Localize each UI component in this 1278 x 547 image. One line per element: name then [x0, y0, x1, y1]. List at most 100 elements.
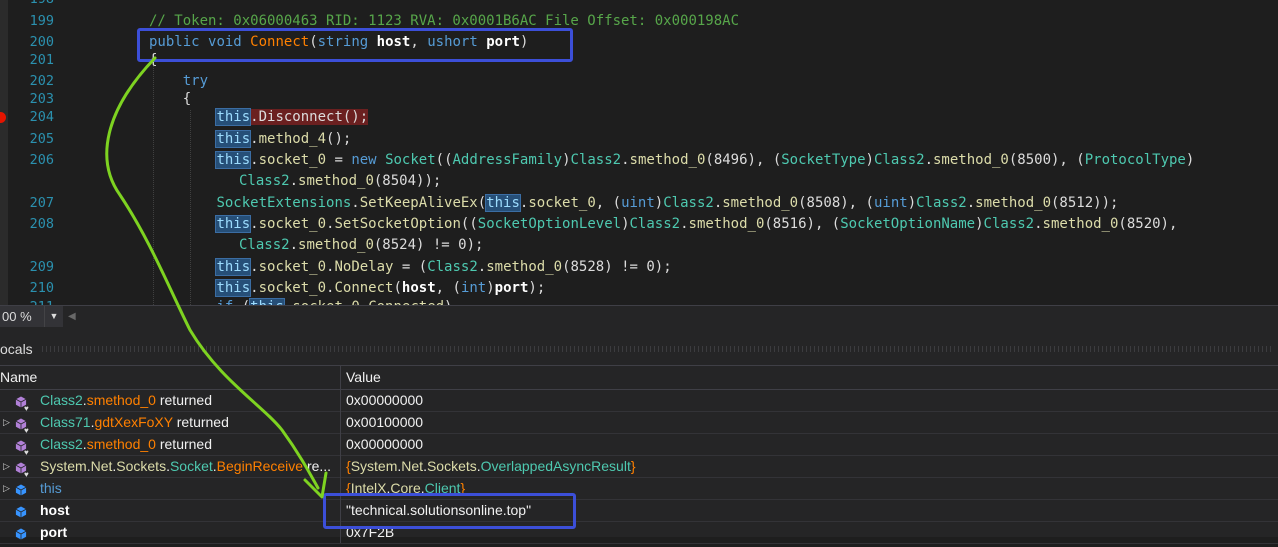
local-value[interactable]: 0x00000000	[346, 389, 423, 411]
code-text: this.Disconnect();	[149, 107, 369, 128]
code-token: Class2	[427, 259, 478, 275]
code-token: Class2	[239, 237, 290, 253]
locals-row[interactable]: ♥ Class2.smethod_0 returned 0x00000000	[0, 389, 1278, 413]
code-token: )	[865, 152, 874, 168]
code-token: socket_0	[258, 259, 327, 275]
column-divider	[340, 455, 341, 477]
locals-row[interactable]: port 0x7F2B	[0, 521, 1278, 544]
code-token: Class2	[873, 152, 925, 168]
locals-row[interactable]: host "technical.solutionsonline.top"	[0, 499, 1278, 522]
locals-row[interactable]: ▷ this {IntelX.Core.Client}	[0, 477, 1278, 500]
code-token: this	[215, 108, 252, 126]
code-token: .	[680, 216, 689, 232]
name-token: Class2	[40, 392, 83, 408]
name-token: host	[40, 502, 70, 518]
code-token: uint	[873, 195, 908, 211]
method-return-icon: ♥	[14, 415, 29, 435]
locals-panel: ocals Name Value ♥ Class2.smethod_0 retur…	[0, 328, 1278, 544]
column-header-value[interactable]: Value	[346, 366, 381, 389]
code-token: .	[477, 259, 487, 275]
column-divider	[340, 389, 341, 411]
code-token: (8512));	[1051, 195, 1119, 211]
code-token: (8524) != 0);	[373, 237, 484, 253]
local-name: this	[40, 477, 335, 499]
line-number: 207	[29, 195, 54, 211]
line-number: 209	[29, 259, 54, 275]
code-token: = (	[393, 259, 428, 275]
name-token: smethod_0	[86, 392, 156, 408]
code-token: Socket	[385, 152, 436, 168]
code-token: this	[215, 130, 252, 148]
code-text: this.method_4();	[149, 129, 351, 150]
breakpoint-margin[interactable]	[0, 0, 8, 305]
name-token: Socket	[169, 458, 213, 474]
local-value[interactable]: {System.Net.Sockets.OverlappedAsyncResul…	[346, 455, 636, 477]
code-token: .	[289, 237, 299, 253]
code-token: smethod_0	[298, 237, 374, 253]
method-return-icon: ♥	[14, 393, 29, 413]
line-number: 210	[29, 280, 54, 296]
value-token: Sockets	[426, 458, 477, 474]
code-token: this	[215, 151, 252, 169]
code-token: socket_0	[258, 216, 327, 232]
scroll-left-icon[interactable]: ◀	[68, 306, 76, 327]
expand-arrow-icon[interactable]: ▷	[3, 455, 10, 477]
column-header: Name Value	[0, 365, 1278, 390]
code-token: NoDelay	[334, 259, 394, 275]
locals-row[interactable]: ▷ ♥ Class71.gdtXexFoXY returned 0x00100000	[0, 411, 1278, 435]
code-token: new	[351, 152, 377, 168]
code-token: SocketOptionName	[840, 216, 976, 232]
code-token: socket_0	[528, 195, 596, 211]
line-number: 205	[29, 131, 54, 147]
code-token: ();	[326, 131, 352, 147]
value-token: Net	[401, 458, 424, 474]
code-token: Class2	[570, 152, 622, 168]
code-token: socket_0	[258, 280, 327, 296]
caret-down-icon[interactable]: ▼	[44, 306, 63, 327]
locals-row[interactable]: ▷ ♥ System.Net.Sockets.Socket.BeginReceive…	[0, 455, 1278, 479]
local-value[interactable]: 0x00100000	[346, 411, 423, 433]
column-divider	[340, 411, 341, 433]
code-token: smethod_0	[629, 152, 706, 168]
code-token: SetKeepAliveEx	[359, 195, 478, 211]
column-splitter[interactable]	[340, 366, 341, 389]
expand-arrow-icon[interactable]: ▷	[3, 477, 10, 499]
column-header-name[interactable]: Name	[0, 366, 37, 389]
locals-row[interactable]: ♥ Class2.smethod_0 returned 0x00000000	[0, 433, 1278, 457]
line-number: 201	[29, 52, 54, 68]
code-token: this	[215, 215, 252, 233]
code-text: SocketExtensions.SetKeepAliveEx(this.soc…	[149, 193, 1118, 214]
local-variable-icon	[14, 481, 28, 497]
code-token: , (	[435, 280, 461, 296]
expand-arrow-icon[interactable]: ▷	[3, 411, 10, 433]
code-token: smethod_0	[933, 152, 1009, 168]
code-token: smethod_0	[1042, 216, 1119, 232]
code-token: .	[250, 280, 259, 296]
code-token: ((	[435, 152, 453, 168]
local-name: System.Net.Sockets.Socket.BeginReceive r…	[40, 455, 335, 477]
code-token: Class2	[916, 195, 967, 211]
code-token: =	[326, 152, 352, 168]
code-token: )	[621, 216, 630, 232]
code-token: Class2	[629, 216, 681, 232]
code-token: Connect	[334, 280, 394, 296]
panel-title-grip[interactable]	[42, 346, 1274, 352]
local-value[interactable]: 0x00000000	[346, 433, 423, 455]
code-token: );	[528, 280, 546, 296]
code-token: host	[401, 280, 436, 296]
code-token: .	[966, 195, 976, 211]
code-token: )	[907, 195, 917, 211]
name-token: returned	[172, 414, 229, 430]
zoom-level[interactable]: 00 %	[0, 306, 44, 327]
code-token: int	[460, 280, 487, 296]
local-name: Class2.smethod_0 returned	[40, 389, 335, 411]
name-token: gdtXexFoXY	[94, 414, 173, 430]
column-divider	[340, 433, 341, 455]
breakpoint-icon[interactable]	[0, 112, 6, 123]
code-token: )	[1185, 152, 1195, 168]
